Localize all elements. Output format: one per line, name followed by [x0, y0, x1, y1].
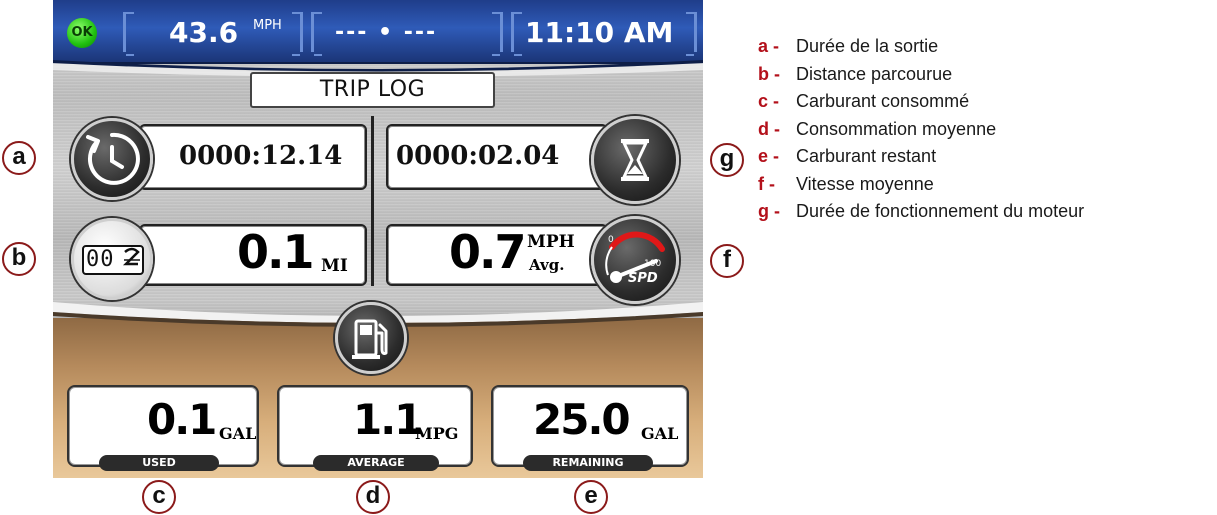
trip-log-title: TRIP LOG — [250, 72, 495, 108]
callout-d: d — [356, 480, 390, 514]
average-speed-value: 0.7 — [449, 225, 526, 279]
fuel-remaining-label: REMAINING — [523, 455, 653, 471]
legend-text: Vitesse moyenne — [796, 173, 934, 194]
legend-item: f - Vitesse moyenne — [758, 174, 1213, 202]
fuel-pump-icon — [335, 302, 407, 374]
legend-key: e - — [758, 146, 780, 166]
engine-hours-value: 0000:02.04 — [396, 141, 560, 171]
odometer-icon: 00 — [71, 218, 153, 300]
legend-item: e - Carburant restant — [758, 146, 1213, 174]
legend-text: Consommation moyenne — [796, 118, 997, 139]
fuel-economy-value: 1.1 — [353, 395, 423, 444]
trip-duration-value: 0000:12.14 — [179, 141, 343, 171]
fuel-remaining-unit: GAL — [641, 424, 679, 443]
hourglass-icon — [591, 116, 679, 204]
callout-f: f — [710, 244, 744, 278]
clock-time: 11:10 AM — [525, 16, 674, 49]
fuel-used-value: 0.1 — [147, 395, 217, 444]
fuel-economy-unit: MPG — [415, 424, 459, 443]
legend: a - Durée de la sortie b - Distance parc… — [758, 36, 1213, 229]
legend-text: Carburant consommé — [796, 91, 970, 111]
legend-item: d - Consommation moyenne — [758, 119, 1213, 147]
legend-item: a - Durée de la sortie — [758, 36, 1213, 64]
callout-e: e — [574, 480, 608, 514]
ok-status-indicator: OK — [67, 18, 97, 48]
average-speed-unit: MPH — [527, 232, 575, 252]
callout-a: a — [2, 141, 36, 175]
legend-key: f - — [758, 173, 775, 194]
speedometer-max-label: 100 — [644, 259, 662, 269]
legend-key: d - — [758, 118, 780, 139]
legend-item: c - Carburant consommé — [758, 91, 1213, 119]
legend-key: b - — [758, 63, 780, 84]
callout-b: b — [2, 242, 36, 276]
distance-value: 0.1 — [237, 225, 314, 279]
legend-item: b - Distance parcourue — [758, 64, 1213, 92]
fuel-economy-label: AVERAGE — [313, 455, 439, 471]
legend-item: g - Durée de fonctionnement du moteur — [758, 201, 1213, 229]
speed-unit: MPH — [253, 18, 282, 33]
legend-key: c - — [758, 91, 780, 111]
legend-key: a - — [758, 36, 780, 56]
legend-text: Carburant restant — [796, 146, 937, 166]
trip-timer-icon — [71, 118, 153, 200]
odometer-digits: 00 — [86, 247, 115, 272]
callout-c: c — [142, 480, 176, 514]
fuel-used-unit: GAL — [219, 424, 257, 443]
speedometer-label: SPD — [628, 271, 658, 286]
speedometer-min-label: 0 — [608, 235, 614, 245]
fuel-remaining-value: 25.0 — [533, 395, 631, 444]
distance-unit: MI — [321, 256, 348, 276]
legend-text: Durée de la sortie — [796, 36, 939, 56]
legend-key: g - — [758, 201, 780, 221]
status-bar: OK 43.6 MPH --- • --- 11:10 AM — [53, 0, 703, 64]
legend-text: Durée de fonctionnement du moteur — [796, 201, 1085, 221]
speedometer-icon: 0 100 SPD — [591, 216, 679, 304]
speed-value: 43.6 — [169, 16, 239, 49]
trip-log-screen: OK 43.6 MPH --- • --- 11:10 AM TRIP LOG … — [53, 0, 703, 478]
callout-g: g — [710, 143, 744, 177]
center-divider — [371, 116, 374, 286]
fuel-used-label: USED — [99, 455, 219, 471]
legend-text: Distance parcourue — [796, 63, 953, 84]
heading-readout: --- • --- — [335, 20, 438, 45]
average-speed-suffix: Avg. — [529, 256, 565, 274]
